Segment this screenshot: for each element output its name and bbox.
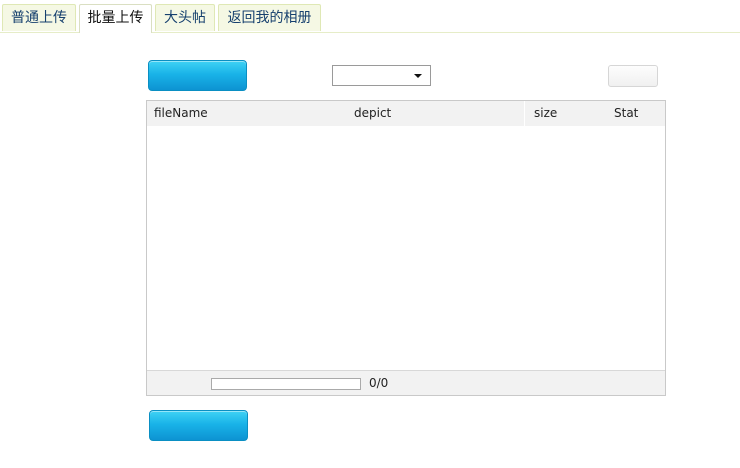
album-select[interactable] xyxy=(332,65,431,86)
column-header-depict: depict xyxy=(354,106,392,120)
tab-normal-upload[interactable]: 普通上传 xyxy=(2,4,76,31)
upload-count: 0/0 xyxy=(369,376,389,390)
file-list-body xyxy=(147,126,665,370)
small-action-button[interactable] xyxy=(608,65,658,87)
tab-strip: 普通上传 批量上传 大头帖 返回我的相册 xyxy=(0,0,740,33)
file-list-panel: fileName depict size Stat 0/0 xyxy=(146,100,666,396)
file-list-footer: 0/0 xyxy=(147,370,665,395)
column-header-status: Stat xyxy=(614,106,639,120)
column-header-size: size xyxy=(534,106,558,120)
tab-batch-upload[interactable]: 批量上传 xyxy=(79,4,152,33)
file-list-header: fileName depict size Stat xyxy=(147,101,665,126)
start-upload-button[interactable] xyxy=(149,410,248,441)
add-files-button[interactable] xyxy=(148,60,247,91)
chevron-down-icon xyxy=(414,74,422,78)
upload-progress-bar xyxy=(211,378,361,390)
column-header-filename: fileName xyxy=(154,106,208,120)
tab-back-to-album[interactable]: 返回我的相册 xyxy=(218,4,321,31)
column-divider xyxy=(524,101,525,126)
tab-photo-sticker[interactable]: 大头帖 xyxy=(155,4,215,31)
